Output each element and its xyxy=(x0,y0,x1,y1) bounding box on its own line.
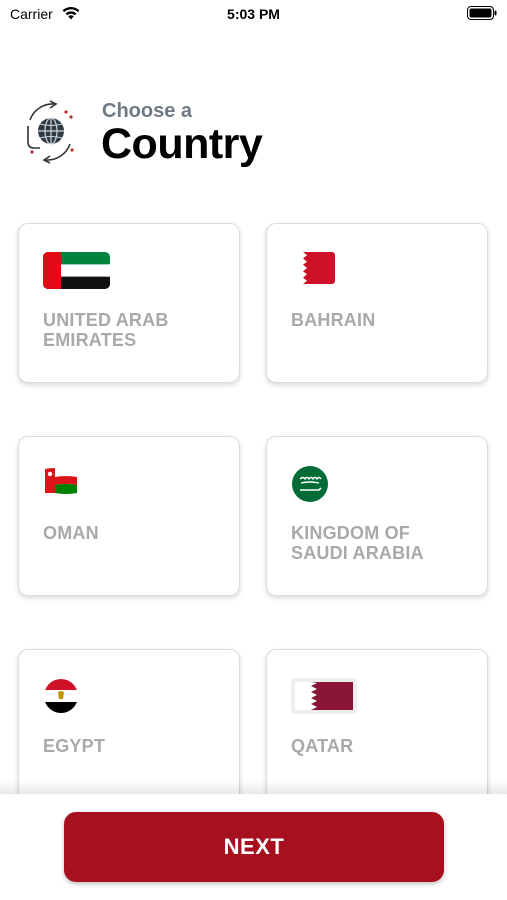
status-bar: Carrier 5:03 PM xyxy=(0,0,507,30)
country-name-egypt: EGYPT xyxy=(43,736,106,756)
country-name-bahrain: BAHRAIN xyxy=(291,310,376,330)
country-card-uae[interactable]: UNITED ARAB EMIRATES xyxy=(18,223,240,383)
country-card-saudi[interactable]: KINGDOM OF SAUDI ARABIA xyxy=(266,436,488,596)
bahrain-flag-icon xyxy=(291,252,335,284)
country-name-qatar: QATAR xyxy=(291,736,354,756)
qatar-flag-icon xyxy=(291,678,357,714)
country-name-uae: UNITED ARAB EMIRATES xyxy=(43,310,169,350)
oman-flag-icon xyxy=(45,467,77,495)
country-card-oman[interactable]: OMAN xyxy=(18,436,240,596)
battery-icon xyxy=(467,6,497,20)
next-button[interactable]: NEXT xyxy=(64,812,444,882)
globe-swap-icon xyxy=(27,100,74,164)
saudi-flag-icon xyxy=(292,466,328,502)
country-name-saudi: KINGDOM OF SAUDI ARABIA xyxy=(291,523,424,563)
clock: 5:03 PM xyxy=(227,6,280,22)
uae-flag-icon xyxy=(43,252,110,289)
egypt-flag-icon xyxy=(44,679,78,713)
country-card-bahrain[interactable]: BAHRAIN xyxy=(266,223,488,383)
country-name-oman: OMAN xyxy=(43,523,99,543)
page-title: Country xyxy=(101,120,263,168)
